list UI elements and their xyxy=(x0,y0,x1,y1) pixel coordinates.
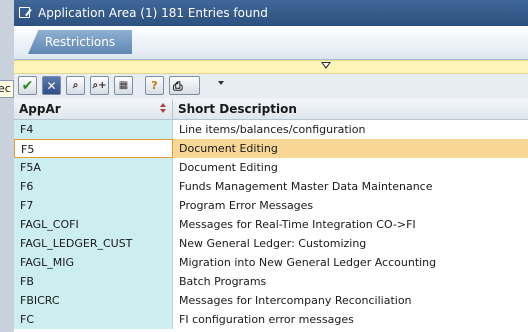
appar-cell[interactable]: F6 xyxy=(14,177,173,196)
table-row[interactable]: F7 Program Error Messages xyxy=(14,196,528,215)
appar-cell[interactable]: F5A xyxy=(14,158,173,177)
find-next-icon: ⌕+ xyxy=(92,79,107,91)
description-cell[interactable]: Document Editing xyxy=(173,158,528,177)
appar-cell[interactable]: F7 xyxy=(14,196,173,215)
appar-cell[interactable]: FBICRC xyxy=(14,291,173,310)
table-row[interactable]: FAGL_MIG Migration into New General Ledg… xyxy=(14,253,528,272)
appar-cell[interactable]: FC xyxy=(14,310,173,329)
background-window xyxy=(0,0,14,332)
results-table: AppAr Short Description F4 Line items/ba… xyxy=(14,99,528,332)
select-icon: ▦ xyxy=(118,79,129,91)
table-row[interactable]: F5A Document Editing xyxy=(14,158,528,177)
table-row-selected[interactable]: F5 Document Editing xyxy=(14,139,528,158)
cancel-icon: ✕ xyxy=(46,78,57,93)
description-cell[interactable]: Document Editing xyxy=(173,139,528,158)
checkmark-icon: ✔ xyxy=(21,77,34,94)
restrictions-collapse-bar[interactable] xyxy=(14,60,528,74)
sort-down-icon xyxy=(160,109,166,113)
find-button[interactable]: ⌕ xyxy=(66,76,85,95)
select-button[interactable]: ▦ xyxy=(114,76,133,95)
description-cell[interactable]: Messages for Real-Time Integration CO->F… xyxy=(173,215,528,234)
appar-cell[interactable]: FAGL_MIG xyxy=(14,253,173,272)
table-row[interactable]: FAGL_LEDGER_CUST New General Ledger: Cus… xyxy=(14,234,528,253)
column-header-appar[interactable]: AppAr xyxy=(14,99,173,119)
table-body: F4 Line items/balances/configuration F5 … xyxy=(14,120,528,329)
tab-strip: Restrictions xyxy=(14,26,528,60)
description-cell[interactable]: Funds Management Master Data Maintenance xyxy=(173,177,528,196)
table-row[interactable]: FC FI configuration error messages xyxy=(14,310,528,329)
edit-icon xyxy=(19,7,30,18)
appar-cell[interactable]: F4 xyxy=(14,120,173,139)
column-header-short-description[interactable]: Short Description xyxy=(173,99,528,119)
sort-up-icon xyxy=(160,103,166,107)
description-cell[interactable]: Batch Programs xyxy=(173,272,528,291)
appar-cell[interactable]: FB xyxy=(14,272,173,291)
value-help-dialog: Application Area (1) 181 Entries found R… xyxy=(14,0,528,332)
table-row[interactable]: F6 Funds Management Master Data Maintena… xyxy=(14,177,528,196)
print-button[interactable]: ⎙ xyxy=(169,76,200,95)
tab-restrictions[interactable]: Restrictions xyxy=(28,30,132,54)
cancel-button[interactable]: ✕ xyxy=(42,76,61,95)
find-icon: ⌕ xyxy=(72,79,79,91)
dialog-toolbar: ✔ ✕ ⌕ ⌕+ ▦ ? ⎙ xyxy=(14,74,528,98)
table-row[interactable]: FBICRC Messages for Intercompany Reconci… xyxy=(14,291,528,310)
chevron-down-icon[interactable] xyxy=(218,81,224,85)
description-cell[interactable]: FI configuration error messages xyxy=(173,310,528,329)
description-cell[interactable]: Program Error Messages xyxy=(173,196,528,215)
description-cell[interactable]: Migration into New General Ledger Accoun… xyxy=(173,253,528,272)
description-cell[interactable]: New General Ledger: Customizing xyxy=(173,234,528,253)
table-row[interactable]: FAGL_COFI Messages for Real-Time Integra… xyxy=(14,215,528,234)
dialog-title: Application Area (1) 181 Entries found xyxy=(38,6,268,20)
info-icon: ? xyxy=(151,79,158,92)
description-cell[interactable]: Line items/balances/configuration xyxy=(173,120,528,139)
background-input-field[interactable]: ec xyxy=(0,80,14,98)
appar-cell[interactable]: F5 xyxy=(14,139,173,158)
dialog-title-bar[interactable]: Application Area (1) 181 Entries found xyxy=(14,0,528,26)
table-row[interactable]: F4 Line items/balances/configuration xyxy=(14,120,528,139)
appar-cell[interactable]: FAGL_LEDGER_CUST xyxy=(14,234,173,253)
confirm-button[interactable]: ✔ xyxy=(18,76,37,95)
description-cell[interactable]: Messages for Intercompany Reconciliation xyxy=(173,291,528,310)
print-icon: ⎙ xyxy=(173,78,183,93)
table-row[interactable]: FB Batch Programs xyxy=(14,272,528,291)
table-header: AppAr Short Description xyxy=(14,99,528,120)
chevron-down-icon[interactable] xyxy=(321,62,331,69)
find-next-button[interactable]: ⌕+ xyxy=(90,76,109,95)
appar-cell[interactable]: FAGL_COFI xyxy=(14,215,173,234)
info-button[interactable]: ? xyxy=(145,76,164,95)
